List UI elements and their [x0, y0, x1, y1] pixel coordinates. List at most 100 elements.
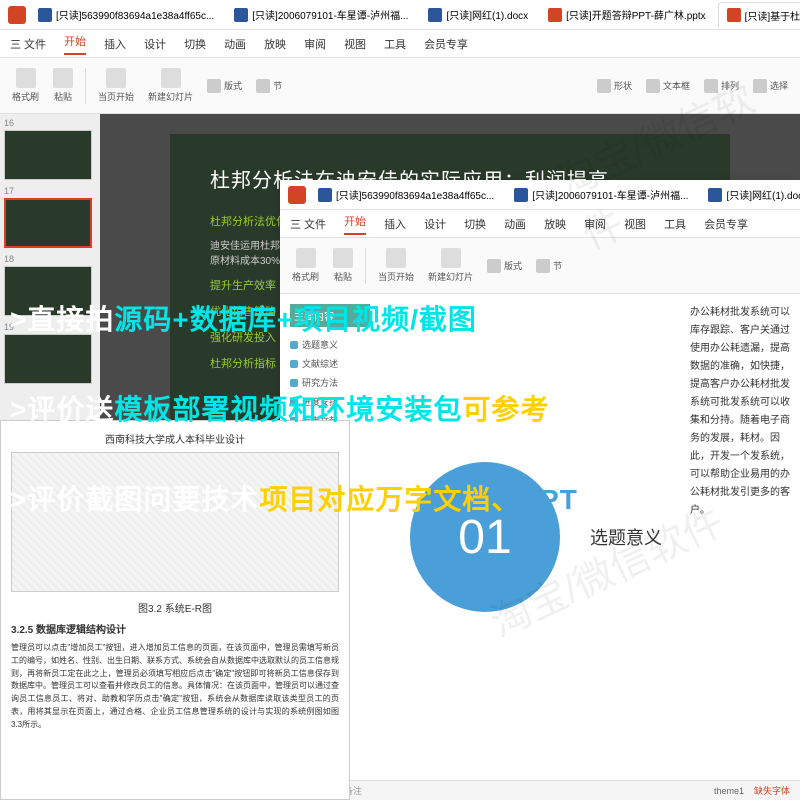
tool-from-current[interactable]: 当页开始 [374, 248, 418, 283]
thumb-preview [4, 130, 92, 180]
textbox-icon [646, 79, 660, 93]
menu-insert[interactable]: 插入 [104, 36, 126, 52]
overlay-seg: (无水印） [477, 304, 603, 335]
overlay-seg: PPT [520, 484, 577, 515]
shape-icon [597, 79, 611, 93]
tool-label: 新建幻灯片 [428, 270, 473, 283]
tool-label: 节 [553, 259, 562, 272]
doc-tab[interactable]: [只读]开题答辩PPT-薛广林.pptx [540, 2, 713, 28]
menu-view[interactable]: 视图 [624, 216, 646, 232]
select-icon [753, 79, 767, 93]
tool-section[interactable]: 节 [532, 257, 566, 275]
tab-label: [只读]563990f83694a1e38a4ff65c... [56, 7, 214, 22]
doc-tab[interactable]: [只读]563990f83694a1e38a4ff65c... [30, 2, 222, 28]
menu-insert[interactable]: 插入 [384, 216, 406, 232]
arrange-icon [704, 79, 718, 93]
paste-icon [53, 68, 73, 88]
menu-home[interactable]: 开始 [64, 33, 86, 55]
slide-thumb-17[interactable]: 17 [4, 186, 96, 248]
tab-label: [只读]563990f83694a1e38a4ff65c... [336, 187, 494, 202]
slide-main[interactable]: 01 选题意义 办公耗材批发系统可以库存跟踪、客户关通过使用办公耗遗漏，提高数据… [380, 294, 800, 780]
tool-label: 格式刷 [292, 270, 319, 283]
tool-shape[interactable]: 形状 [593, 77, 636, 95]
menu-tools[interactable]: 工具 [664, 216, 686, 232]
tool-paste[interactable]: 粘贴 [329, 248, 357, 283]
menu-file[interactable]: 三 文件 [290, 216, 326, 232]
tool-format-painter[interactable]: 格式刷 [8, 68, 43, 103]
word-icon [234, 8, 248, 22]
tool-new-slide[interactable]: 新建幻灯片 [144, 68, 197, 103]
tool-textbox[interactable]: 文本框 [642, 77, 694, 95]
word-icon [428, 8, 442, 22]
doc-tab[interactable]: [只读]网红(1).docx [700, 182, 800, 208]
menu-animation[interactable]: 动画 [504, 216, 526, 232]
tool-label: 节 [273, 79, 282, 92]
slide-content-area: 主要内容 选题意义 文献综述 研究方法 进度安排 参考文献 致谢 01 选题意义… [280, 294, 800, 780]
thumb-number: 17 [4, 186, 96, 196]
layout-icon [487, 259, 501, 273]
doc-tab[interactable]: [只读]2006079101-车星谭-泸州福... [226, 2, 416, 28]
thumb-preview [4, 198, 92, 248]
overlay-seg: 模板部署视频和环境安装包 [114, 394, 462, 425]
menu-animation[interactable]: 动画 [224, 36, 246, 52]
menu-transition[interactable]: 切换 [464, 216, 486, 232]
play-icon [386, 248, 406, 268]
doc-tab[interactable]: [只读]563990f83694a1e38a4ff65c... [310, 182, 502, 208]
missing-font-warning[interactable]: 缺失字体 [754, 784, 790, 797]
tool-select[interactable]: 选择 [749, 77, 792, 95]
overlay-seg: 源码+数据库+项目视频/截图 [114, 304, 476, 335]
tool-label: 新建幻灯片 [148, 90, 193, 103]
overlay-line-3: >评价截图问要技术项目对应万字文档、PPT [0, 470, 800, 526]
tool-label: 文本框 [663, 79, 690, 92]
word-icon [38, 8, 52, 22]
menu-design[interactable]: 设计 [144, 36, 166, 52]
tab-label: [只读]网红(1).docx [446, 7, 528, 22]
tab-label: [只读]基于杜邦分析法的企业... [745, 8, 800, 23]
menu-slideshow[interactable]: 放映 [544, 216, 566, 232]
overlay-seg: >直接拍 [10, 304, 114, 335]
menu-file[interactable]: 三 文件 [10, 36, 46, 52]
section-icon [256, 79, 270, 93]
separator [85, 68, 86, 104]
menu-tools[interactable]: 工具 [384, 36, 406, 52]
menu-transition[interactable]: 切换 [184, 36, 206, 52]
tool-paste[interactable]: 粘贴 [49, 68, 77, 103]
tool-layout[interactable]: 版式 [483, 257, 526, 275]
menu-view[interactable]: 视图 [344, 36, 366, 52]
tab-label: [只读]开题答辩PPT-薛广林.pptx [566, 7, 705, 22]
circle-label[interactable]: 选题意义 [590, 524, 662, 550]
tool-new-slide[interactable]: 新建幻灯片 [424, 248, 477, 283]
menu-review[interactable]: 审阅 [584, 216, 606, 232]
tab-label: [只读]2006079101-车星谭-泸州福... [252, 7, 408, 22]
tool-from-current[interactable]: 当页开始 [94, 68, 138, 103]
doc-tab-active[interactable]: [只读]基于杜邦分析法的企业...× [718, 2, 800, 28]
thumb-number: 18 [4, 254, 96, 264]
wps-logo [8, 6, 26, 24]
word-icon [708, 188, 722, 202]
sidebar-item[interactable]: 文献综述 [290, 354, 370, 373]
tool-label: 形状 [614, 79, 632, 92]
doc-tab[interactable]: [只读]2006079101-车星谭-泸州福... [506, 182, 696, 208]
tool-layout[interactable]: 版式 [203, 77, 246, 95]
menu-member[interactable]: 会员专享 [704, 216, 748, 232]
menu-member[interactable]: 会员专享 [424, 36, 468, 52]
format-painter-icon [16, 68, 36, 88]
section-icon [536, 259, 550, 273]
tool-section[interactable]: 节 [252, 77, 286, 95]
wps-logo [288, 186, 306, 204]
slide-thumb-16[interactable]: 16 [4, 118, 96, 180]
menu-review[interactable]: 审阅 [304, 36, 326, 52]
menubar-1: 三 文件 开始 插入 设计 切换 动画 放映 审阅 视图 工具 会员专享 [0, 30, 800, 58]
separator [365, 248, 366, 284]
new-slide-icon [441, 248, 461, 268]
menu-home[interactable]: 开始 [344, 213, 366, 235]
menu-design[interactable]: 设计 [424, 216, 446, 232]
tool-format-painter[interactable]: 格式刷 [288, 248, 323, 283]
tool-arrange[interactable]: 排列 [700, 77, 743, 95]
overlay-line-2: >评价送模板部署视频和环境安装包可参考 [0, 380, 800, 436]
toolbar-2: 格式刷 粘贴 当页开始 新建幻灯片 版式 节 [280, 238, 800, 294]
theme-label: theme1 [714, 786, 744, 796]
doc-tab[interactable]: [只读]网红(1).docx [420, 2, 536, 28]
overlay-line-1: >直接拍源码+数据库+项目视频/截图(无水印） [0, 290, 800, 346]
menu-slideshow[interactable]: 放映 [264, 36, 286, 52]
